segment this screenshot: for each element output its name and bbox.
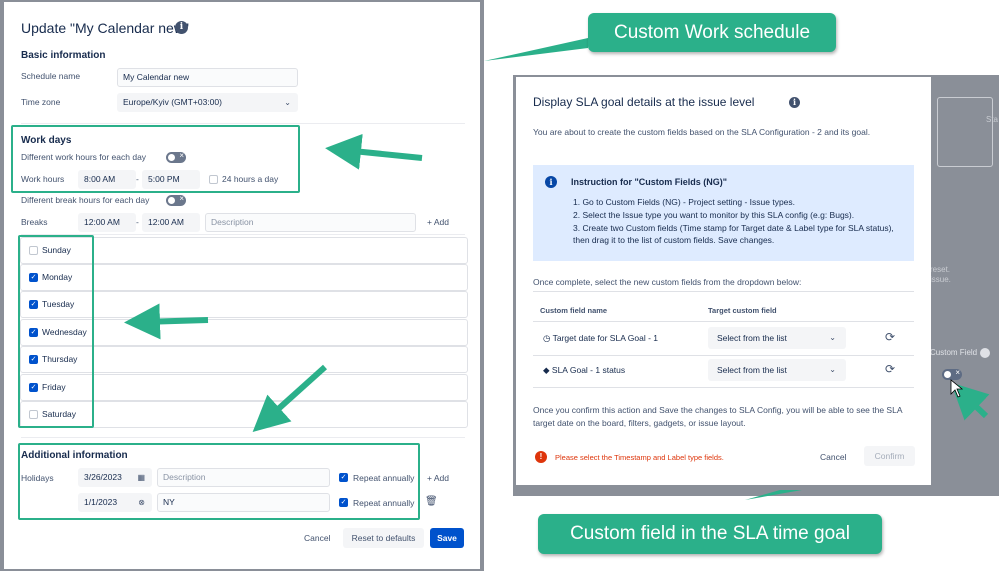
arrow-work-days [325, 133, 423, 170]
callout-custom-field: Custom field in the SLA time goal [538, 514, 882, 554]
arrow-toggle [950, 382, 990, 421]
arrow-days-list [124, 303, 209, 340]
callout-custom-work-schedule: Custom Work schedule [588, 13, 836, 52]
annotation-arrows [124, 38, 990, 500]
callout-pointer [745, 490, 802, 500]
arrow-additional-info [252, 364, 328, 433]
cursor-icon [950, 379, 964, 398]
callout-pointer [484, 38, 588, 61]
